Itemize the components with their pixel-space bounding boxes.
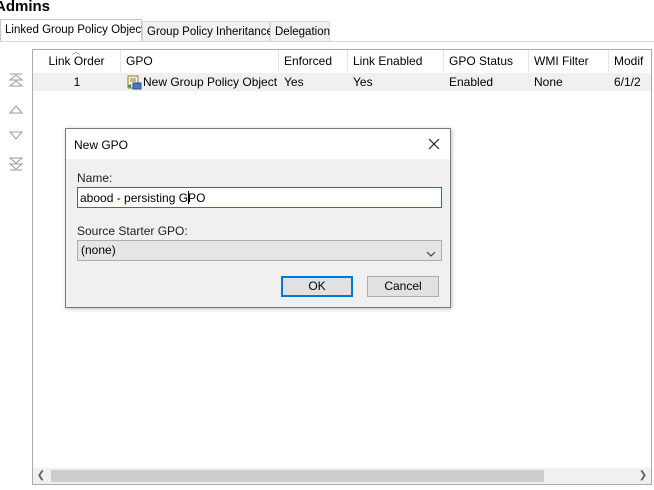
gpo-name: New Group Policy Object — [143, 75, 278, 89]
gpo-scroll-icon — [126, 74, 142, 90]
sort-ascending-icon: ︿ — [72, 50, 80, 56]
text-caret — [188, 191, 189, 204]
chevron-down-icon — [426, 246, 436, 257]
gpo-name-input[interactable] — [77, 187, 442, 208]
dialog-titlebar: New GPO — [66, 129, 450, 159]
cell-link-enabled: Yes — [353, 75, 373, 89]
tab-group-policy-inheritance[interactable]: Group Policy Inheritance — [142, 21, 273, 41]
name-label: Name: — [77, 171, 113, 185]
list-header: ︿ Link Order GPO Enforced Link Enabled G… — [33, 50, 651, 72]
scroll-right-icon[interactable]: ❯ — [635, 468, 651, 484]
cell-modified: 6/1/2 — [614, 75, 641, 89]
cell-gpo: New Group Policy Object — [121, 73, 279, 91]
table-row[interactable]: 1 New Group Policy Object Yes Yes Enable… — [33, 73, 651, 91]
gpo-management-pane: Admins Linked Group Policy Objects Group… — [0, 0, 654, 490]
tab-divider — [0, 41, 654, 42]
column-header-link-enabled[interactable]: Link Enabled — [348, 50, 444, 72]
horizontal-scrollbar[interactable]: ❮ ❯ — [33, 468, 651, 484]
new-gpo-dialog: New GPO Name: Source Starter GPO: (none)… — [65, 128, 451, 308]
source-starter-gpo-label: Source Starter GPO: — [77, 224, 188, 238]
move-down-icon[interactable] — [8, 128, 24, 144]
close-icon[interactable] — [426, 136, 442, 152]
cell-wmi-filter: None — [534, 75, 563, 89]
ok-button[interactable]: OK — [281, 276, 353, 297]
tab-delegation[interactable]: Delegation — [270, 21, 330, 41]
cancel-button[interactable]: Cancel — [367, 276, 439, 297]
column-header-enforced[interactable]: Enforced — [279, 50, 348, 72]
column-header-gpo-status[interactable]: GPO Status — [444, 50, 529, 72]
cell-enforced: Yes — [284, 75, 304, 89]
cell-link-order: 1 — [73, 75, 81, 89]
source-starter-gpo-value: (none) — [81, 243, 116, 257]
container-title: Admins — [0, 0, 51, 15]
column-header-gpo[interactable]: GPO — [121, 50, 279, 72]
cell-gpo-status: Enabled — [449, 75, 494, 89]
scrollbar-thumb[interactable] — [51, 470, 544, 482]
dialog-title: New GPO — [74, 138, 129, 152]
source-starter-gpo-select[interactable]: (none) — [77, 240, 442, 261]
tab-linked-group-policy-objects[interactable]: Linked Group Policy Objects — [0, 19, 150, 42]
column-header-modified[interactable]: Modif — [609, 50, 651, 72]
scroll-left-icon[interactable]: ❮ — [33, 468, 49, 484]
move-up-icon[interactable] — [8, 101, 24, 117]
column-header-link-order[interactable]: ︿ Link Order — [33, 50, 121, 72]
column-header-wmi-filter[interactable]: WMI Filter — [529, 50, 609, 72]
move-to-top-icon[interactable] — [8, 73, 24, 89]
move-to-bottom-icon[interactable] — [8, 155, 24, 171]
